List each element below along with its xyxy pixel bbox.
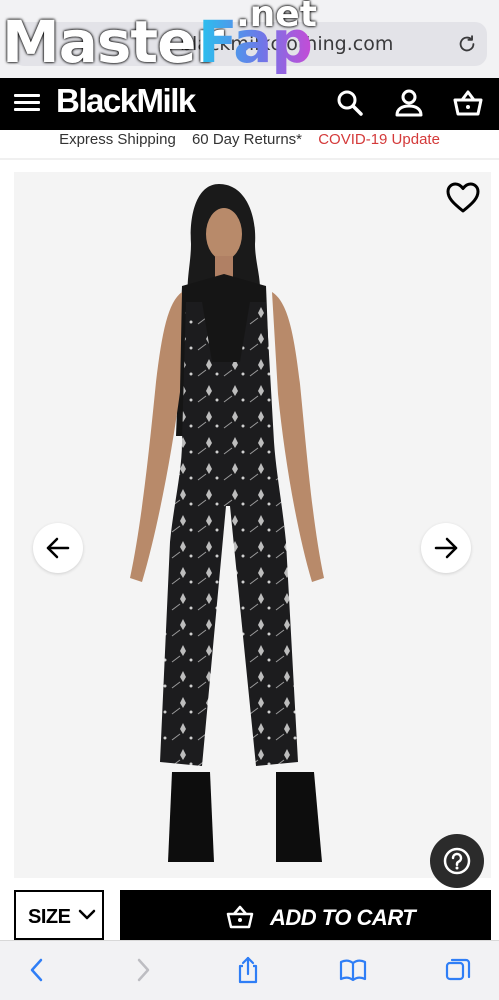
bookmarks-icon[interactable] bbox=[338, 955, 368, 985]
tabs-icon[interactable] bbox=[443, 955, 473, 985]
user-icon[interactable] bbox=[392, 86, 426, 120]
share-icon[interactable] bbox=[233, 955, 263, 985]
shipping-link[interactable]: Express Shipping bbox=[59, 131, 176, 148]
next-image-button[interactable] bbox=[421, 523, 471, 573]
basket-icon[interactable] bbox=[451, 86, 485, 120]
menu-icon[interactable] bbox=[14, 90, 40, 116]
covid-link[interactable]: COVID-19 Update bbox=[318, 131, 440, 148]
size-label: SIZE bbox=[28, 906, 71, 928]
site-header: BlackMilk bbox=[0, 78, 499, 130]
question-icon bbox=[443, 847, 471, 875]
help-button[interactable] bbox=[430, 834, 484, 888]
heart-icon[interactable] bbox=[445, 181, 481, 215]
arrow-left-icon bbox=[46, 537, 70, 559]
watermark-logo: Master Fap .net bbox=[0, 0, 320, 76]
basket-icon bbox=[226, 905, 254, 929]
divider bbox=[0, 158, 499, 160]
browser-url-area: blackmilkclothing.com Master Fap .net bbox=[0, 0, 499, 78]
product-image[interactable] bbox=[14, 172, 491, 878]
size-select[interactable]: SIZE bbox=[14, 890, 104, 940]
watermark-text-master: Master bbox=[2, 8, 224, 76]
add-to-cart-button[interactable]: ADD TO CART bbox=[120, 890, 491, 944]
back-icon[interactable] bbox=[22, 955, 52, 985]
reload-icon[interactable] bbox=[456, 33, 478, 55]
browser-toolbar bbox=[0, 940, 499, 1000]
chevron-down-icon bbox=[78, 909, 96, 920]
forward-icon[interactable] bbox=[128, 955, 158, 985]
search-icon[interactable] bbox=[333, 86, 367, 120]
brand-logo[interactable]: BlackMilk bbox=[56, 82, 196, 120]
add-to-cart-label: ADD TO CART bbox=[270, 905, 416, 930]
info-bar: Express Shipping 60 Day Returns* COVID-1… bbox=[0, 130, 499, 158]
prev-image-button[interactable] bbox=[33, 523, 83, 573]
returns-link[interactable]: 60 Day Returns* bbox=[192, 131, 302, 148]
watermark-text-net: .net bbox=[236, 0, 317, 35]
arrow-right-icon bbox=[434, 537, 458, 559]
